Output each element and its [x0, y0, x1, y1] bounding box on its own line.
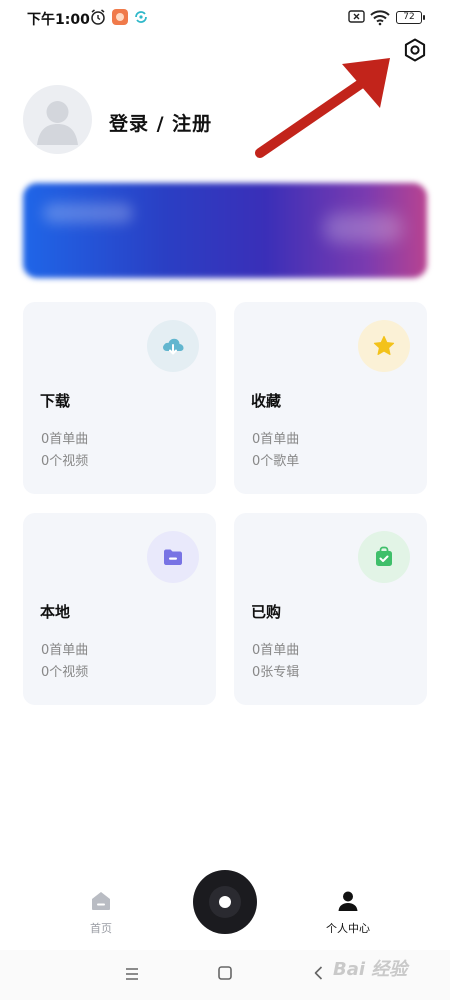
card-count-songs: 0首单曲 [252, 643, 300, 658]
nav-home[interactable]: 首页 [61, 865, 141, 945]
app-notification-icon [112, 9, 128, 25]
download-card[interactable]: 下载 0首单曲 0个视频 [23, 302, 216, 494]
card-title: 下载 [40, 392, 71, 410]
settings-icon[interactable] [402, 37, 428, 63]
card-count-songs: 0首单曲 [41, 432, 89, 447]
status-bar: 下午1:00 72 [0, 0, 450, 36]
avatar[interactable] [23, 85, 92, 154]
card-count-secondary: 0张专辑 [252, 665, 300, 680]
card-title: 收藏 [251, 392, 282, 410]
wifi-icon [370, 10, 390, 26]
purchased-card[interactable]: 已购 0首单曲 0张专辑 [234, 513, 427, 705]
status-time: 下午1:00 [27, 12, 90, 28]
promo-banner[interactable] [23, 183, 427, 278]
card-count-songs: 0首单曲 [41, 643, 89, 658]
login-register-link[interactable]: 登录 / 注册 [109, 109, 212, 136]
card-title: 已购 [251, 603, 282, 621]
battery-icon: 72 [396, 11, 425, 24]
menu-icon[interactable] [124, 966, 140, 982]
sim-x-icon [348, 10, 365, 23]
nav-profile-label: 个人中心 [326, 922, 370, 935]
home-icon [92, 892, 110, 910]
card-count-secondary: 0个视频 [41, 454, 89, 469]
nav-profile[interactable]: 个人中心 [308, 865, 388, 945]
local-card[interactable]: 本地 0首单曲 0个视频 [23, 513, 216, 705]
card-count-secondary: 0个歌单 [252, 454, 300, 469]
nav-home-label: 首页 [90, 922, 112, 935]
cloud-download-icon [147, 320, 199, 372]
sync-icon [135, 11, 147, 23]
disc-center-icon [219, 896, 231, 908]
now-playing-disc-button[interactable] [193, 870, 257, 934]
alarm-icon [91, 9, 105, 25]
folder-icon [147, 531, 199, 583]
card-count-songs: 0首单曲 [252, 432, 300, 447]
watermark-text: Bai 经验 [333, 959, 408, 980]
favorites-card[interactable]: 收藏 0首单曲 0个歌单 [234, 302, 427, 494]
back-icon[interactable] [311, 965, 327, 981]
star-icon [358, 320, 410, 372]
home-square-icon[interactable] [217, 965, 233, 981]
card-count-secondary: 0个视频 [41, 665, 89, 680]
annotation-arrow [255, 58, 390, 158]
default-avatar-icon [37, 101, 78, 145]
user-icon [338, 891, 358, 911]
shopping-bag-icon [358, 531, 410, 583]
card-title: 本地 [40, 603, 71, 621]
